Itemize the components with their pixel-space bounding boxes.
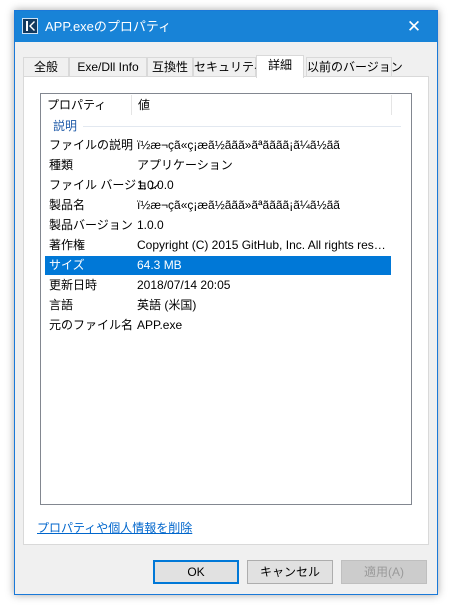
property-row[interactable]: 製品名 ï½æ¬çã«ç¡æã½ããã»ãªãããã¡ã¼ã½ãã [45, 196, 391, 215]
remove-properties-link[interactable]: プロパティや個人情報を削除 [37, 519, 192, 536]
tab-details[interactable]: 詳細 [256, 55, 304, 78]
tab-label: 全般 [33, 60, 58, 74]
tab-label: 以前のバージョン [307, 60, 403, 74]
properties-dialog: APP.exeのプロパティ ✕ 全般 Exe/Dll Info 互換性 セキュリ… [14, 10, 438, 595]
window-title: APP.exeのプロパティ [45, 19, 172, 34]
property-value: 64.3 MB [137, 258, 182, 272]
property-row[interactable]: 種類 アプリケーション [45, 156, 391, 175]
property-value: 1.0.0.0 [137, 178, 174, 192]
group-label: 説明 [53, 119, 78, 133]
property-row[interactable]: ファイル バージョン 1.0.0.0 [45, 176, 391, 195]
property-value: APP.exe [137, 318, 183, 332]
property-value: 2018/07/14 20:05 [137, 278, 231, 292]
property-value: Copyright (C) 2015 GitHub, Inc. All righ… [137, 238, 389, 252]
details-panel: プロパティ 値 説明 ファイルの説明 ï½æ¬çã«ç¡æã½ããã»ãªããã… [23, 76, 429, 545]
property-row-selected[interactable]: サイズ 64.3 MB [45, 256, 391, 275]
tab-security[interactable]: セキュリティ [193, 57, 265, 77]
property-value: ï½æ¬çã«ç¡æã½ããã»ãªãããã¡ã¼ã½ãã [137, 138, 340, 152]
property-name: 種類 [49, 158, 74, 172]
close-button[interactable]: ✕ [391, 11, 437, 42]
list-header: プロパティ 値 [41, 94, 411, 116]
tab-label: 互換性 [151, 60, 188, 74]
tab-label: 詳細 [267, 58, 292, 72]
ok-button[interactable]: OK [153, 560, 239, 584]
property-name: 元のファイル名 [49, 318, 134, 332]
property-row[interactable]: 更新日時 2018/07/14 20:05 [45, 276, 391, 295]
property-row[interactable]: ファイルの説明 ï½æ¬çã«ç¡æã½ããã»ãªãããã¡ã¼ã½ãã [45, 136, 391, 155]
property-name: 製品バージョン [49, 218, 133, 232]
tab-exe-dll-info[interactable]: Exe/Dll Info [69, 57, 147, 77]
property-value: アプリケーション [137, 158, 233, 172]
property-name: 製品名 [49, 198, 86, 212]
property-value: 英語 (米国) [137, 298, 197, 312]
property-row[interactable]: 製品バージョン 1.0.0 [45, 216, 391, 235]
app-icon [22, 18, 38, 34]
title-bar[interactable]: APP.exeのプロパティ ✕ [15, 11, 437, 42]
group-divider [83, 126, 401, 127]
property-name: ファイルの説明 [49, 138, 134, 152]
close-icon: ✕ [406, 16, 422, 36]
group-header: 説明 [41, 118, 411, 134]
property-name: 著作権 [49, 238, 86, 252]
tab-compatibility[interactable]: 互換性 [147, 57, 193, 77]
property-row[interactable]: 言語 英語 (米国) [45, 296, 391, 315]
column-header-property[interactable]: プロパティ [41, 94, 131, 116]
property-row[interactable]: 著作権 Copyright (C) 2015 GitHub, Inc. All … [45, 236, 391, 255]
property-value: 1.0.0 [137, 218, 164, 232]
property-name: 言語 [49, 298, 74, 312]
property-row[interactable]: 元のファイル名 APP.exe [45, 316, 391, 335]
cancel-button[interactable]: キャンセル [247, 560, 333, 584]
property-value: ï½æ¬çã«ç¡æã½ããã»ãªãããã¡ã¼ã½ãã [137, 198, 340, 212]
column-divider[interactable] [391, 95, 392, 115]
property-name: サイズ [49, 258, 85, 272]
tab-previous-versions[interactable]: 以前のバージョン [306, 57, 403, 77]
column-header-value[interactable]: 値 [132, 94, 390, 116]
tab-general[interactable]: 全般 [23, 57, 69, 77]
tab-label: Exe/Dll Info [77, 60, 139, 74]
apply-button[interactable]: 適用(A) [341, 560, 427, 584]
property-name: 更新日時 [49, 278, 98, 292]
tab-label: セキュリティ [194, 60, 266, 74]
property-list[interactable]: プロパティ 値 説明 ファイルの説明 ï½æ¬çã«ç¡æã½ããã»ãªããã… [40, 93, 412, 505]
